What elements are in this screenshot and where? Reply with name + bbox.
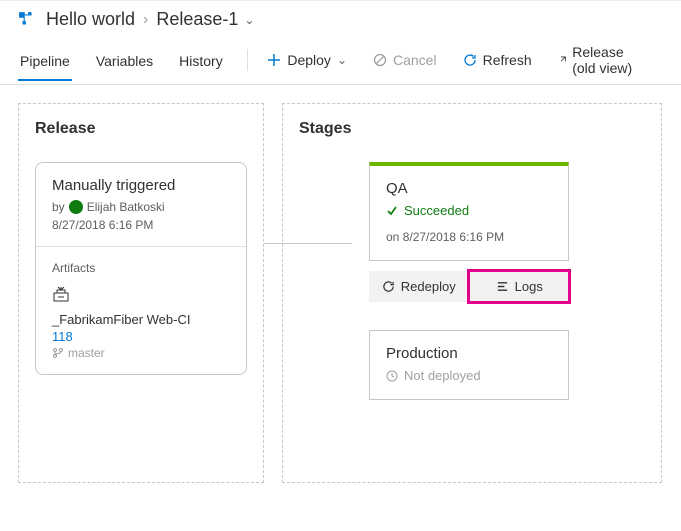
triggered-by: by Elijah Batkoski — [52, 200, 230, 214]
logs-icon — [496, 280, 509, 293]
cancel-button: Cancel — [367, 48, 443, 76]
breadcrumb-bar: Hello world › Release-1 ⌄ — [0, 0, 681, 34]
branch-row: master — [52, 346, 230, 360]
cancel-icon — [373, 53, 387, 67]
refresh-icon — [463, 53, 477, 67]
by-prefix: by — [52, 200, 65, 214]
release-card[interactable]: Manually triggered by Elijah Batkoski 8/… — [35, 162, 247, 375]
logs-label: Logs — [515, 279, 543, 294]
user-name: Elijah Batkoski — [87, 200, 165, 214]
plus-icon — [267, 53, 281, 67]
tab-history[interactable]: History — [177, 45, 225, 79]
deploy-label: Deploy — [287, 52, 331, 68]
trigger-timestamp: 8/27/2018 6:16 PM — [52, 218, 230, 232]
tab-bar: Pipeline Variables History Deploy ⌄ Canc… — [0, 34, 681, 85]
stage-card-qa[interactable]: QA Succeeded on 8/27/2018 6:16 PM — [369, 162, 569, 261]
logs-button[interactable]: Logs — [469, 271, 570, 302]
artifact-icon — [52, 285, 70, 303]
status-text: Succeeded — [404, 203, 469, 218]
pipeline-app-icon — [18, 11, 36, 29]
artifacts-label: Artifacts — [52, 261, 230, 275]
status-text: Not deployed — [404, 368, 481, 383]
avatar — [69, 200, 83, 214]
release-panel: Release Manually triggered by Elijah Bat… — [18, 103, 264, 483]
trigger-title: Manually triggered — [52, 177, 230, 194]
redeploy-label: Redeploy — [401, 279, 456, 294]
stages-panel: Stages QA Succeeded on 8/27/2018 6:16 PM… — [282, 103, 662, 483]
stage-actions-qa: Redeploy Logs — [369, 271, 569, 302]
refresh-button[interactable]: Refresh — [457, 48, 538, 76]
redeploy-button[interactable]: Redeploy — [369, 271, 469, 302]
release-old-view-button[interactable]: Release (old view) — [552, 40, 649, 84]
deploy-button[interactable]: Deploy ⌄ — [261, 48, 353, 76]
stage-status-production: Not deployed — [386, 368, 552, 383]
main-content: Release Manually triggered by Elijah Bat… — [0, 85, 681, 501]
stage-name-production: Production — [386, 345, 552, 362]
redeploy-icon — [382, 280, 395, 293]
stage-timestamp-qa: on 8/27/2018 6:16 PM — [386, 230, 552, 244]
release-heading: Release — [35, 120, 247, 138]
branch-name: master — [68, 346, 105, 360]
breadcrumb-separator-icon: › — [143, 11, 148, 29]
stage-name-qa: QA — [386, 180, 552, 197]
chevron-down-icon: ⌄ — [337, 53, 347, 67]
clock-icon — [386, 370, 398, 382]
tab-variables[interactable]: Variables — [94, 45, 155, 79]
refresh-label: Refresh — [483, 52, 532, 68]
cancel-label: Cancel — [393, 52, 437, 68]
breadcrumb-parent[interactable]: Hello world — [46, 9, 135, 30]
breadcrumb-current[interactable]: Release-1 — [156, 9, 238, 30]
chevron-down-icon[interactable]: ⌄ — [244, 13, 254, 27]
stage-status-qa: Succeeded — [386, 203, 552, 218]
branch-icon — [52, 347, 64, 359]
stages-heading: Stages — [299, 120, 645, 138]
build-number-link[interactable]: 118 — [52, 329, 230, 344]
stage-card-production[interactable]: Production Not deployed — [369, 330, 569, 400]
toolbar-separator — [247, 49, 248, 71]
checkmark-icon — [386, 205, 398, 217]
tab-pipeline[interactable]: Pipeline — [18, 45, 72, 81]
old-view-label: Release (old view) — [572, 44, 643, 76]
artifact-name: _FabrikamFiber Web-CI — [52, 312, 230, 327]
external-link-icon — [558, 53, 567, 67]
